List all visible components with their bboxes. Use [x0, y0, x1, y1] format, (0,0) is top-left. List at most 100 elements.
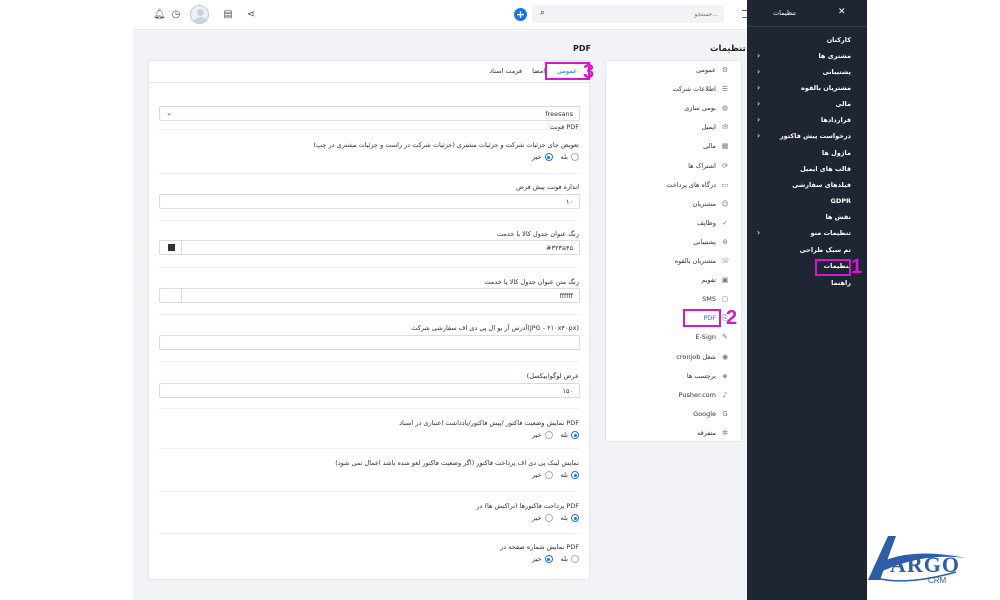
color-picker[interactable] [160, 241, 182, 254]
chevron-icon[interactable]: › [757, 51, 760, 60]
settings-nav-label: پشتیبانی [693, 237, 716, 246]
radio-circle[interactable] [571, 153, 579, 161]
settings-nav-label: ایمیل [701, 123, 716, 132]
sidebar-item[interactable]: تم سبک طراحی [800, 246, 851, 254]
radio-circle[interactable] [544, 514, 553, 522]
radio-yes[interactable]: بله [561, 555, 579, 563]
sidebar-item[interactable]: درخواست پیش فاکتور [780, 132, 851, 140]
sidebar-item[interactable]: راهنما [831, 279, 851, 287]
chevron-icon[interactable]: › [757, 131, 760, 140]
pdf-font-select[interactable]: ⌄ freesans [159, 106, 580, 121]
settings-nav-item[interactable]: cronjob شغل ◉ [676, 350, 729, 364]
search-input[interactable] [568, 7, 718, 21]
settings-nav-label: اشتراک ها [688, 161, 716, 170]
sidebar-item[interactable]: ماژول ها [822, 149, 851, 157]
sidebar-item[interactable]: GDPR [831, 197, 852, 205]
radio-yes[interactable]: بله [561, 153, 579, 161]
sidebar-item[interactable]: تنظیمات منو [811, 229, 851, 237]
sidebar: ✕ تنظیمات کارکنان مشتری ها › پشتیبانی › مشتری… [747, 0, 867, 600]
default-font-size-input[interactable]: ۱۰ [159, 194, 580, 209]
radio-yes[interactable]: بله [561, 431, 579, 439]
settings-nav-item[interactable]: پشتیبانی ⊛ [693, 235, 729, 249]
plus-icon[interactable]: + [514, 8, 527, 21]
chevron-icon[interactable]: › [757, 67, 760, 76]
radio-yes[interactable]: بله [561, 471, 579, 479]
settings-nav-label: مشتریان بالقوه [674, 257, 716, 265]
settings-nav-item[interactable]: E-Sign ✎ [695, 330, 729, 344]
radio-circle[interactable] [571, 555, 579, 563]
radio-circle-selected[interactable] [544, 153, 553, 161]
settings-nav-item[interactable]: SMS ▢ [702, 292, 729, 306]
settings-nav-item[interactable]: ایمیل ✉ [702, 120, 729, 134]
chevron-icon[interactable]: › [757, 83, 760, 92]
table-heading-text-color-input[interactable]: ffffff [159, 288, 580, 303]
chevron-icon[interactable]: › [757, 228, 760, 237]
settings-nav-item[interactable]: متفرقه ✲ [697, 426, 729, 440]
radio-circle[interactable] [544, 471, 553, 479]
radio-circle-selected[interactable] [571, 471, 579, 479]
settings-nav-item[interactable]: مشتریان ☺ [693, 197, 729, 211]
clipboard-icon[interactable]: ▤ [222, 9, 234, 21]
user-icon: ☺ [721, 199, 729, 208]
settings-nav-label: مشتریان [692, 199, 716, 208]
radio-no[interactable]: خیر [532, 514, 553, 522]
search-bar[interactable]: ⌕ [532, 5, 724, 23]
radio-circle-selected[interactable] [571, 431, 579, 439]
sidebar-item[interactable]: فیلدهای سفارشی [792, 181, 851, 189]
custom-logo-url-input[interactable] [159, 335, 580, 350]
radio-no[interactable]: خیر [532, 471, 553, 479]
settings-nav-item[interactable]: وظایف ✓ [697, 216, 729, 230]
settings-nav-item[interactable]: تقویم ▣ [701, 273, 729, 287]
default-font-size-label: اندازه فونت پیش فرض [516, 183, 579, 191]
sidebar-item[interactable]: مالی [836, 100, 851, 108]
settings-nav-item[interactable]: اشتراک ها ⟳ [688, 159, 729, 173]
sidebar-item[interactable]: قراردادها [821, 116, 851, 124]
radio-no[interactable]: خیر [532, 431, 553, 439]
divider [159, 173, 580, 174]
clock-icon[interactable]: ◷ [170, 9, 182, 21]
settings-nav-item[interactable]: Pusher.com ♪ [679, 388, 729, 402]
settings-nav-item[interactable]: مالی ▦ [703, 139, 729, 153]
sidebar-item[interactable]: پشتیبانی [823, 68, 851, 76]
sidebar-item[interactable]: قالب های ایمیل [800, 165, 851, 173]
settings-nav-label: متفرقه [697, 428, 716, 437]
bell-icon[interactable]: 🔔︎ [153, 9, 166, 21]
tty-icon: ☏ [721, 257, 730, 265]
sidebar-item[interactable]: کارکنان [827, 36, 851, 44]
settings-nav-item[interactable]: اطلاعات شرکت ☰ [673, 82, 729, 96]
logo-width-input[interactable]: ۱۵۰ [159, 383, 580, 398]
show-status-radios: بله خیر [532, 430, 579, 440]
radio-circle[interactable] [544, 431, 553, 439]
settings-nav-item[interactable]: درگاه های پرداخت ▭ [666, 178, 729, 192]
avatar[interactable] [190, 5, 209, 24]
tab-signature[interactable]: امضا [532, 67, 545, 75]
bell-icon: ♪ [722, 390, 728, 399]
signature-icon: ✎ [722, 333, 728, 342]
radio-no[interactable]: خیر [532, 153, 553, 161]
chevron-icon[interactable]: › [757, 99, 760, 108]
close-icon[interactable]: ✕ [838, 7, 846, 17]
chevron-icon[interactable]: › [757, 115, 760, 124]
settings-nav-item[interactable]: مشتریان بالقوه ☏ [674, 254, 730, 268]
radio-circle-selected[interactable] [571, 514, 579, 522]
table-heading-color-input[interactable]: #۳۲۳a۴۵ [159, 240, 580, 255]
calendar-icon: ▣ [721, 276, 729, 285]
share-icon[interactable]: ⋖ [245, 9, 257, 21]
sidebar-item[interactable]: مشتری ها [818, 52, 851, 60]
settings-nav-item[interactable]: Google G [693, 407, 729, 421]
settings-nav-item[interactable]: بومی سازی ◍ [684, 101, 729, 115]
settings-nav-item[interactable]: برچسب ها ◈ [687, 369, 729, 383]
sidebar-item[interactable]: نقش ها [825, 213, 851, 221]
settings-nav-label: وظایف [697, 218, 716, 227]
radio-circle-selected[interactable] [544, 555, 553, 563]
divider [159, 448, 580, 449]
divider [159, 129, 580, 130]
color-picker[interactable] [160, 289, 182, 302]
settings-nav-item[interactable]: عمومی ⚙ [696, 63, 729, 77]
radio-yes[interactable]: بله [561, 514, 579, 522]
search-icon[interactable]: ⌕ [540, 8, 545, 18]
tab-document-formats[interactable]: فرمت اسناد [489, 67, 522, 75]
sidebar-item[interactable]: مشتریان بالقوه [801, 84, 851, 92]
radio-no[interactable]: خیر [532, 555, 553, 563]
lifebuoy-icon: ⊛ [722, 237, 728, 246]
